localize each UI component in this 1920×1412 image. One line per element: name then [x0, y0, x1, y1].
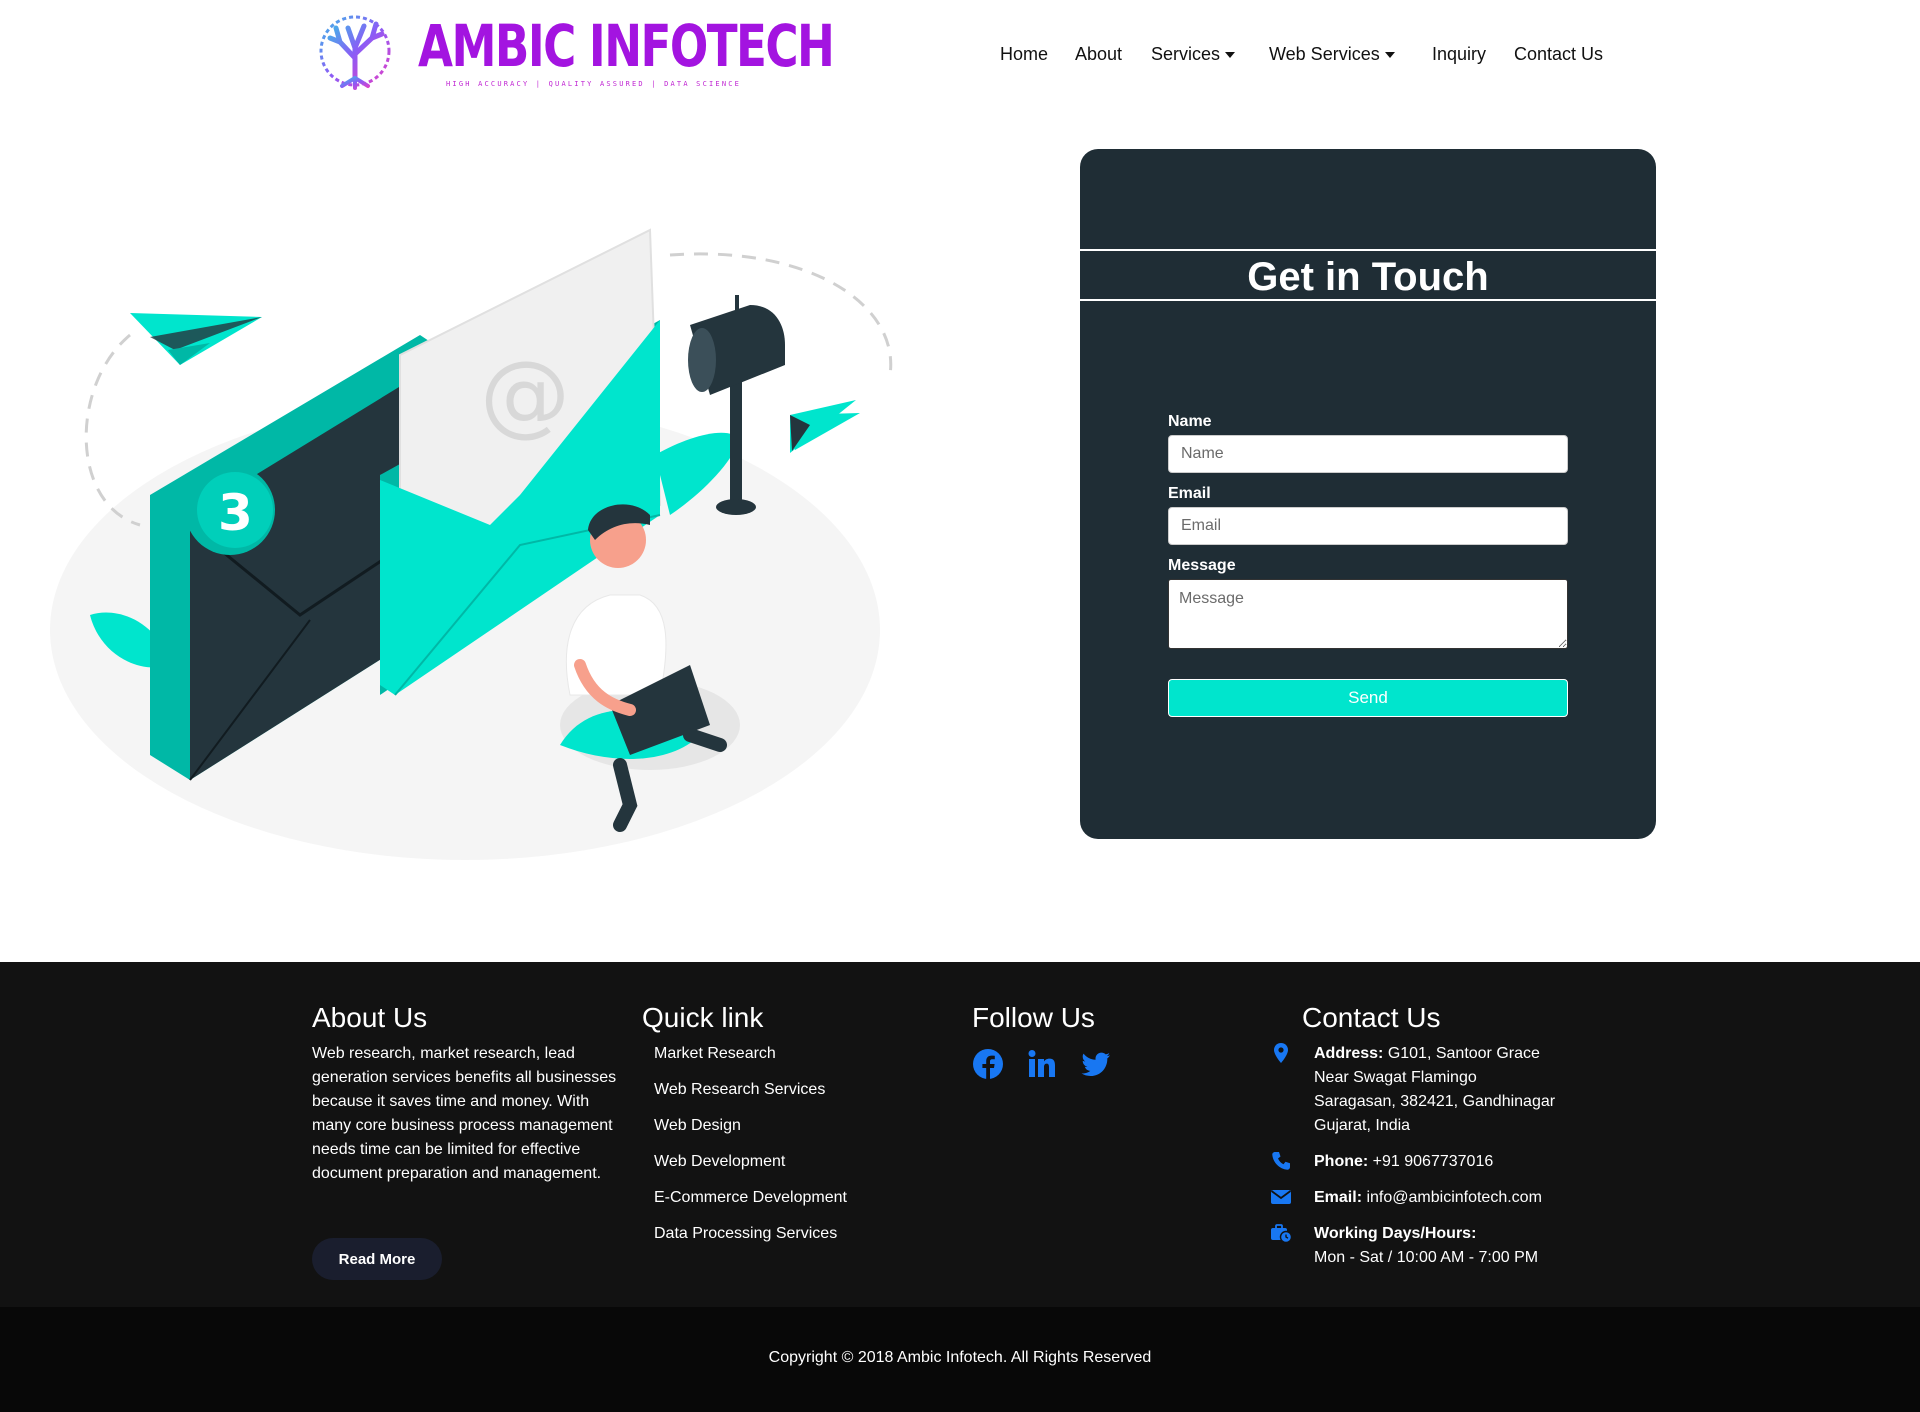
hours-label: Working Days/Hours:: [1314, 1225, 1477, 1242]
twitter-icon[interactable]: [1080, 1048, 1112, 1080]
at-sign-icon: @: [480, 342, 570, 447]
paper-plane-left-icon: [130, 313, 262, 365]
about-line: Web research, market research, lead: [312, 1045, 575, 1062]
site-header: AMBIC INFOTECH HIGH ACCURACY | QUALITY A…: [0, 0, 1920, 110]
business-time-icon: [1271, 1224, 1292, 1244]
hours-value: Mon - Sat / 10:00 AM - 7:00 PM: [1314, 1249, 1539, 1266]
email-label: Email:: [1314, 1189, 1363, 1206]
message-textarea[interactable]: [1168, 579, 1568, 649]
caret-down-icon: [1225, 52, 1236, 59]
nav-inquiry[interactable]: Inquiry: [1432, 44, 1486, 65]
copyright-bar: Copyright © 2018 Ambic Infotech. All Rig…: [0, 1307, 1920, 1412]
quick-link-web-design[interactable]: Web Design: [654, 1117, 741, 1135]
form-title: Get in Touch: [1247, 255, 1489, 299]
message-label: Message: [1168, 557, 1236, 574]
phone-value: +91 9067737016: [1372, 1153, 1494, 1170]
address-line: Gujarat, India: [1314, 1117, 1411, 1134]
caret-down-icon: [1384, 52, 1395, 59]
address-line: Saragasan, 382421, Gandhinagar: [1314, 1093, 1556, 1110]
nav-web-services-label: Web Services: [1269, 44, 1380, 64]
name-label: Name: [1168, 413, 1212, 430]
nav-services[interactable]: Services: [1151, 44, 1236, 65]
about-line: many core business process management: [312, 1117, 613, 1134]
badge-number: 3: [218, 484, 253, 542]
address-line: G101, Santoor Grace: [1387, 1045, 1540, 1062]
footer-follow-title: Follow Us: [972, 1002, 1095, 1033]
footer-about-text: Web research, market research, lead gene…: [312, 1042, 622, 1186]
send-button[interactable]: Send: [1168, 679, 1568, 717]
contact-form-card: Get in Touch Name Email Message Send: [1080, 149, 1656, 839]
quick-link-ecommerce[interactable]: E-Commerce Development: [654, 1189, 847, 1207]
name-input[interactable]: [1168, 435, 1568, 473]
brand-name: AMBIC INFOTECH: [418, 12, 835, 80]
about-line: document preparation and management.: [312, 1165, 602, 1182]
address-line: Near Swagat Flamingo: [1314, 1069, 1477, 1086]
contact-illustration: 3 @: [50, 228, 893, 860]
contact-phone: Phone: +91 9067737016: [1314, 1150, 1493, 1174]
notification-badge: 3: [185, 465, 275, 555]
copyright-text: Copyright © 2018 Ambic Infotech. All Rig…: [768, 1349, 1152, 1366]
paper-plane-right-icon: [790, 400, 860, 453]
site-footer: About Us Web research, market research, …: [0, 962, 1920, 1307]
brand-tagline: HIGH ACCURACY | QUALITY ASSURED | DATA S…: [446, 80, 742, 88]
address-label: Address:: [1314, 1045, 1384, 1062]
location-pin-icon: [1274, 1043, 1288, 1063]
facebook-icon[interactable]: [972, 1048, 1004, 1080]
read-more-button[interactable]: Read More: [312, 1238, 442, 1280]
card-title-band: Get in Touch: [1080, 249, 1656, 301]
quick-link-web-research[interactable]: Web Research Services: [654, 1081, 825, 1099]
quick-link-data-processing[interactable]: Data Processing Services: [654, 1225, 837, 1243]
nav-web-services[interactable]: Web Services: [1269, 44, 1395, 65]
email-label: Email: [1168, 485, 1211, 502]
contact-address: Address: G101, Santoor Grace Near Swagat…: [1314, 1042, 1555, 1138]
linkedin-icon[interactable]: [1026, 1048, 1058, 1080]
contact-hours: Working Days/Hours: Mon - Sat / 10:00 AM…: [1314, 1222, 1538, 1270]
about-line: generation services benefits all busines…: [312, 1069, 617, 1086]
quick-link-web-development[interactable]: Web Development: [654, 1153, 785, 1171]
email-value[interactable]: info@ambicinfotech.com: [1366, 1189, 1541, 1206]
envelope-icon: [1270, 1190, 1292, 1204]
about-line: because it saves time and money. With: [312, 1093, 590, 1110]
nav-contact[interactable]: Contact Us: [1514, 44, 1603, 65]
footer-contact-title: Contact Us: [1302, 1002, 1441, 1033]
nav-home[interactable]: Home: [1000, 44, 1048, 65]
phone-icon: [1272, 1152, 1290, 1170]
nav-services-label: Services: [1151, 44, 1221, 64]
quick-link-market-research[interactable]: Market Research: [654, 1045, 776, 1063]
about-line: needs time can be limited for effective: [312, 1141, 581, 1158]
phone-label: Phone:: [1314, 1153, 1369, 1170]
contact-email: Email: info@ambicinfotech.com: [1314, 1186, 1542, 1210]
brand-logo[interactable]: AMBIC INFOTECH HIGH ACCURACY | QUALITY A…: [312, 8, 835, 94]
nav-about[interactable]: About: [1075, 44, 1122, 65]
tree-logo-icon: [319, 15, 391, 90]
footer-quick-title: Quick link: [642, 1002, 764, 1033]
footer-about-title: About Us: [312, 1002, 428, 1033]
email-input[interactable]: [1168, 507, 1568, 545]
